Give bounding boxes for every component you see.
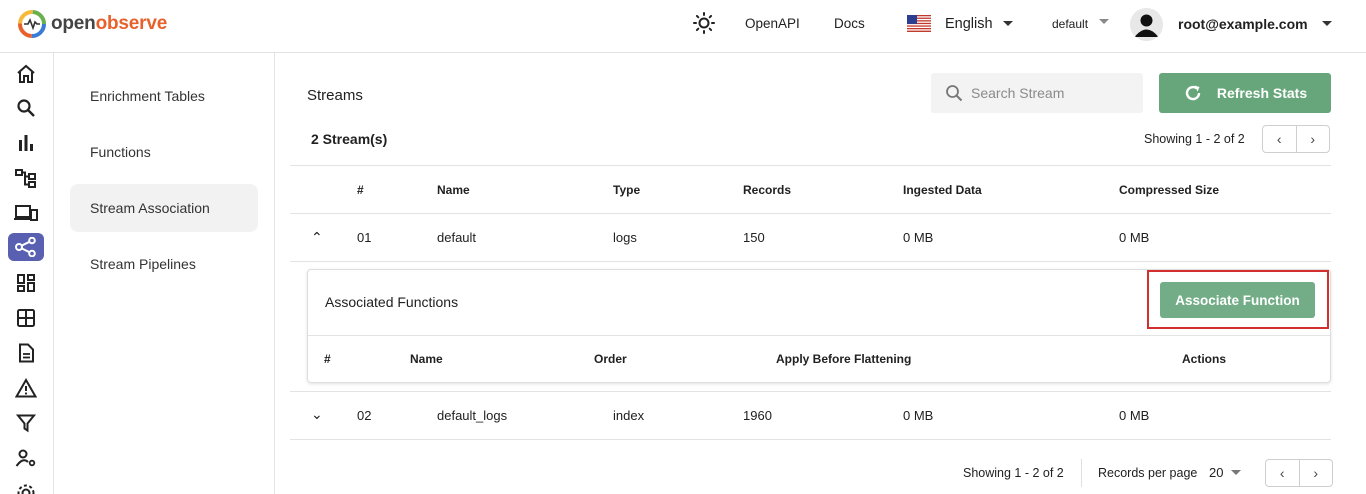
assoc-column-apply-before-flattening: Apply Before Flattening (776, 352, 912, 366)
language-selector[interactable]: English (945, 16, 993, 32)
associate-function-button[interactable]: Associate Function (1160, 282, 1315, 318)
search-icon (946, 85, 963, 102)
chevron-right-icon[interactable]: › (1297, 126, 1330, 152)
language-chevron-down-icon[interactable] (1003, 21, 1013, 26)
theme-toggle-icon[interactable] (693, 12, 715, 39)
stream-ingested-data: 0 MB (903, 408, 934, 423)
user-chevron-down-icon[interactable] (1322, 21, 1332, 26)
records-per-page-label: Records per page (1098, 466, 1198, 480)
openobserve-logo[interactable]: openobserve (17, 9, 167, 39)
user-icon (1130, 8, 1163, 41)
document-icon[interactable] (8, 339, 44, 367)
logo-text: openobserve (51, 13, 167, 35)
dashboard-icon[interactable] (8, 269, 44, 297)
org-selector[interactable]: default (1052, 17, 1088, 31)
column-header-ingested-data[interactable]: Ingested Data (903, 183, 982, 197)
alert-icon[interactable] (8, 374, 44, 402)
icon-rail (0, 53, 54, 494)
user-settings-icon[interactable] (8, 444, 44, 472)
top-header: openobserve OpenAPI Docs English default (0, 0, 1366, 53)
subnav-item-enrichment-tables[interactable]: Enrichment Tables (70, 72, 258, 120)
records-per-page-chevron-down-icon[interactable] (1231, 470, 1241, 475)
docs-link[interactable]: Docs (834, 16, 865, 31)
column-header-records[interactable]: Records (743, 183, 791, 197)
stream-ingested-data: 0 MB (903, 230, 934, 245)
logo-text-observe: observe (95, 13, 168, 34)
pagination-summary-top: Showing 1 - 2 of 2 (1144, 132, 1245, 146)
refresh-stats-button[interactable]: Refresh Stats (1159, 73, 1331, 113)
stream-records: 1960 (743, 408, 772, 423)
hierarchy-icon[interactable] (8, 164, 44, 192)
chevron-left-icon[interactable]: ‹ (1263, 126, 1297, 152)
openapi-link[interactable]: OpenAPI (745, 16, 800, 31)
sub-navigation: Enrichment Tables Functions Stream Assoc… (54, 53, 275, 494)
stream-compressed-size: 0 MB (1119, 408, 1150, 423)
subnav-item-stream-association[interactable]: Stream Association (70, 184, 258, 232)
column-header-name[interactable]: Name (437, 183, 470, 197)
search-input[interactable] (971, 85, 1131, 101)
user-menu[interactable]: root@example.com (1178, 16, 1308, 32)
home-icon[interactable] (8, 60, 44, 88)
subnav-item-stream-pipelines[interactable]: Stream Pipelines (70, 240, 258, 288)
share-icon[interactable] (8, 233, 44, 261)
stream-name: default (437, 230, 477, 245)
refresh-stats-label: Refresh Stats (1216, 85, 1308, 101)
logo-mark-icon (18, 10, 46, 38)
collapse-chevron-icon[interactable]: ⌃ (311, 229, 323, 246)
page-title: Streams (307, 87, 363, 104)
stream-type: logs (613, 230, 637, 245)
associated-functions-header-row: # Name Order Apply Before Flattening Act… (308, 335, 1330, 383)
table-row[interactable]: ⌄ 02 default_logs index 1960 0 MB 0 MB (290, 392, 1331, 440)
main-content: Streams Refresh Stats 2 Stream(s) Showin… (275, 53, 1366, 494)
associated-functions-title: Associated Functions (325, 294, 459, 310)
assoc-column-name: Name (410, 352, 443, 366)
column-header-compressed-size[interactable]: Compressed Size (1119, 183, 1219, 197)
row-number: 01 (357, 230, 372, 245)
settings-icon[interactable] (8, 477, 44, 494)
grid-icon[interactable] (8, 304, 44, 332)
records-per-page-select[interactable]: 20 (1209, 465, 1223, 480)
row-number: 02 (357, 408, 372, 423)
expand-chevron-icon[interactable]: ⌄ (311, 406, 323, 423)
pagination-bottom: ‹ › (1265, 459, 1333, 487)
associated-functions-card: Associated Functions Associate Function … (307, 269, 1331, 383)
pagination-summary-bottom: Showing 1 - 2 of 2 (963, 466, 1064, 480)
search-stream-field[interactable] (931, 73, 1143, 113)
stream-records: 150 (743, 230, 765, 245)
column-header-number[interactable]: # (357, 183, 364, 197)
stream-compressed-size: 0 MB (1119, 230, 1150, 245)
pagination-top: ‹ › (1262, 125, 1330, 153)
footer-divider (1081, 459, 1082, 487)
avatar[interactable] (1130, 8, 1163, 41)
assoc-column-number: # (324, 352, 331, 366)
table-header-row: # Name Type Records Ingested Data Compre… (290, 165, 1331, 214)
filter-icon[interactable] (8, 409, 44, 437)
search-icon[interactable] (8, 94, 44, 122)
logo-text-open: open (51, 13, 96, 34)
us-flag-icon (907, 15, 931, 32)
stream-count: 2 Stream(s) (311, 131, 388, 147)
assoc-column-order: Order (594, 352, 627, 366)
org-chevron-down-icon[interactable] (1099, 19, 1109, 24)
table-row[interactable]: ⌃ 01 default logs 150 0 MB 0 MB (290, 214, 1331, 262)
bar-chart-icon[interactable] (8, 129, 44, 157)
refresh-icon (1185, 85, 1201, 101)
subnav-item-functions[interactable]: Functions (70, 128, 258, 176)
assoc-column-actions: Actions (1182, 352, 1227, 366)
column-header-type[interactable]: Type (613, 183, 640, 197)
chevron-left-icon[interactable]: ‹ (1266, 460, 1300, 486)
stream-name: default_logs (437, 408, 508, 423)
devices-icon[interactable] (8, 199, 44, 227)
chevron-right-icon[interactable]: › (1300, 460, 1333, 486)
stream-type: index (613, 408, 645, 423)
